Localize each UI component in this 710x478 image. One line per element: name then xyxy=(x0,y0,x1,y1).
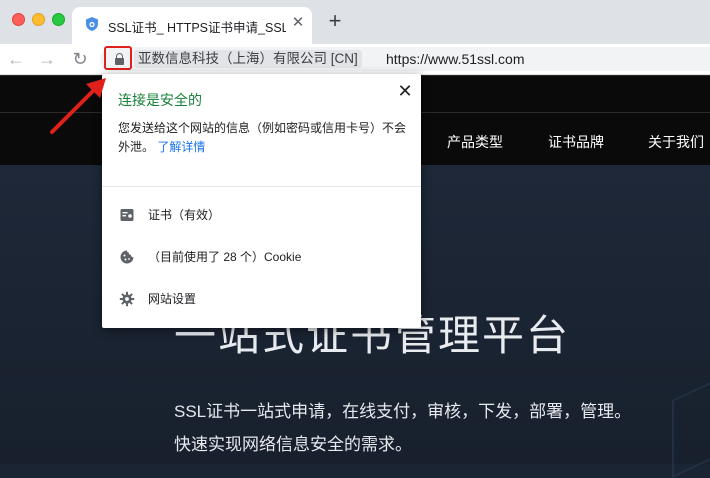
shield-favicon-icon xyxy=(86,17,98,31)
window-close-button[interactable] xyxy=(12,13,25,26)
certificate-item[interactable]: 证书（有效） xyxy=(102,203,421,227)
cookies-item[interactable]: （目前使用了 28 个）Cookie xyxy=(102,245,421,269)
site-settings-item[interactable]: 网站设置 xyxy=(102,287,421,311)
nav-item-cert-brands[interactable]: 证书品牌 xyxy=(548,132,604,152)
popup-close-icon[interactable]: ✕ xyxy=(396,82,414,100)
address-bar[interactable]: 亚数信息科技（上海）有限公司 [CN] https://www.51ssl.co… xyxy=(100,46,710,71)
annotation-arrow-icon xyxy=(50,78,106,134)
cookie-icon xyxy=(120,250,134,264)
certificate-label: 证书（有效） xyxy=(148,208,221,222)
nav-item-product-types[interactable]: 产品类型 xyxy=(447,132,503,152)
url-text[interactable]: https://www.51ssl.com xyxy=(386,51,525,67)
cookies-label: （目前使用了 28 个）Cookie xyxy=(148,250,302,264)
site-identity[interactable]: 亚数信息科技（上海）有限公司 [CN] xyxy=(134,50,362,68)
popup-description: 您发送给这个网站的信息（例如密码或信用卡号）不会外泄。 了解详情 xyxy=(118,119,408,157)
browser-toolbar: ← → ↻ 亚数信息科技（上海）有限公司 [CN] https://www.51… xyxy=(0,44,710,75)
browser-tab[interactable]: SSL证书_ HTTPS证书申请_SSL ✕ xyxy=(72,7,312,44)
gear-icon xyxy=(119,291,135,307)
lock-icon-body xyxy=(115,58,124,65)
window-minimize-button[interactable] xyxy=(32,13,45,26)
window-zoom-button[interactable] xyxy=(52,13,65,26)
new-tab-button[interactable]: + xyxy=(324,10,346,33)
tab-close-icon[interactable]: ✕ xyxy=(290,15,306,31)
learn-more-link[interactable]: 了解详情 xyxy=(157,140,205,154)
back-button[interactable]: ← xyxy=(6,49,26,69)
hero-subtitle-line2: 快速实现网络信息安全的需求。 xyxy=(174,435,412,454)
forward-button[interactable]: → xyxy=(37,49,57,69)
tab-strip: SSL证书_ HTTPS证书申请_SSL ✕ + xyxy=(0,0,710,44)
decorative-hexagon xyxy=(672,373,710,478)
site-settings-label: 网站设置 xyxy=(148,292,197,306)
popup-title: 连接是安全的 xyxy=(118,92,202,108)
reload-button[interactable]: ↻ xyxy=(70,49,90,69)
certificate-icon xyxy=(120,209,134,221)
site-info-popup: 连接是安全的 ✕ 您发送给这个网站的信息（例如密码或信用卡号）不会外泄。 了解详… xyxy=(102,74,421,328)
site-info-button[interactable] xyxy=(104,46,132,70)
hero-subtitle-line1: SSL证书一站式申请，在线支付，审核，下发，部署，管理。 xyxy=(174,402,632,421)
popup-divider xyxy=(102,186,421,187)
nav-item-about-us[interactable]: 关于我们 xyxy=(648,132,704,152)
tab-title: SSL证书_ HTTPS证书申请_SSL xyxy=(108,21,286,35)
